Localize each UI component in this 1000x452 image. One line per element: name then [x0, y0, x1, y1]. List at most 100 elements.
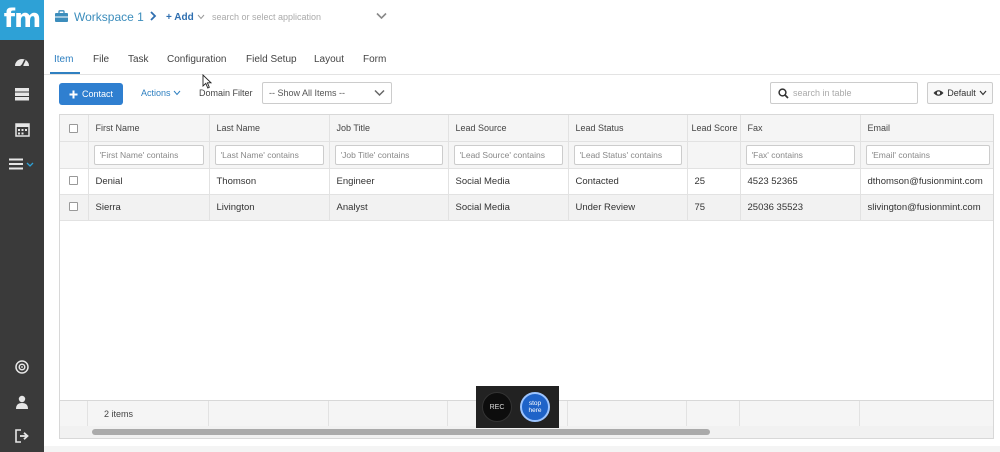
chevron-down-icon[interactable] — [376, 12, 387, 23]
cell-lead-source: Social Media — [448, 194, 569, 221]
table-search-input[interactable] — [793, 86, 913, 100]
search-icon — [778, 88, 789, 99]
logout-icon[interactable] — [0, 424, 44, 448]
filter-lead-source-input[interactable] — [453, 144, 563, 165]
row-checkbox[interactable] — [69, 202, 79, 212]
cell-lead-status: Under Review — [568, 194, 688, 221]
table-search-box[interactable] — [770, 82, 918, 104]
page-bottom-strip — [44, 446, 1000, 452]
filter-cell — [88, 141, 210, 169]
tab-configuration[interactable]: Configuration — [167, 54, 226, 65]
column-header-lead-status[interactable]: Lead Status — [568, 115, 688, 142]
workspace-name[interactable]: Workspace 1 — [74, 10, 144, 24]
tab-file[interactable]: File — [93, 54, 109, 65]
chevron-down-icon — [374, 89, 385, 97]
row-checkbox[interactable] — [69, 176, 79, 186]
filter-email-input[interactable] — [865, 144, 990, 165]
chevron-down-icon — [173, 90, 181, 96]
filter-cell — [568, 141, 688, 169]
add-contact-button[interactable]: Contact — [59, 83, 123, 105]
cell-fax: 25036 35523 — [740, 194, 861, 221]
column-header-job-title[interactable]: Job Title — [329, 115, 449, 142]
filter-lead-status-input[interactable] — [573, 144, 682, 165]
user-icon[interactable] — [0, 390, 44, 414]
cell-last-name: Livington — [209, 194, 330, 221]
cell-last-name: Thomson — [209, 168, 330, 195]
filter-cell — [740, 141, 861, 169]
plus-icon — [69, 90, 78, 98]
cell-first-name: Sierra — [88, 194, 210, 221]
footer-cell — [209, 401, 329, 427]
add-contact-label: Contact — [81, 89, 114, 99]
column-header-email[interactable]: Email — [860, 115, 993, 142]
calendar-icon[interactable] — [0, 117, 44, 141]
items-count: 2 items — [104, 409, 134, 419]
dashboard-icon[interactable] — [0, 49, 44, 73]
filter-last-name-input[interactable] — [214, 144, 324, 165]
filter-cell-empty — [60, 141, 89, 169]
add-button[interactable]: + Add — [166, 12, 205, 23]
tab-bar: Item File Task Configuration Field Setup… — [44, 40, 1000, 75]
cell-first-name: Denial — [88, 168, 210, 195]
tab-item[interactable]: Item — [54, 54, 73, 65]
view-label: Default — [947, 88, 976, 98]
top-bar: Workspace 1 + Add search or select appli… — [44, 0, 1000, 40]
tab-field-setup[interactable]: Field Setup — [246, 54, 297, 65]
cell-job-title: Engineer — [329, 168, 449, 195]
mouse-cursor-icon — [202, 73, 213, 92]
column-header-first-name[interactable]: First Name — [88, 115, 210, 142]
cell-email: dthomson@fusionmint.com — [860, 168, 993, 195]
column-header-fax[interactable]: Fax — [740, 115, 861, 142]
footer-cell — [568, 401, 687, 427]
filter-job-title-input[interactable] — [334, 144, 443, 165]
sidebar: fm — [0, 0, 44, 452]
app-logo[interactable]: fm — [0, 0, 44, 40]
app-search-input[interactable]: search or select application — [212, 12, 392, 22]
plus-icon: + — [166, 12, 172, 23]
row-checkbox-cell[interactable] — [60, 168, 89, 195]
row-checkbox-cell[interactable] — [60, 194, 89, 221]
table-row[interactable]: Sierra Livington Analyst Social Media Un… — [60, 194, 993, 221]
select-all-checkbox[interactable] — [69, 123, 79, 133]
column-header-lead-source[interactable]: Lead Source — [448, 115, 569, 142]
filter-first-name-input[interactable] — [93, 144, 204, 165]
tab-task[interactable]: Task — [128, 54, 149, 65]
cell-lead-score: 75 — [687, 194, 741, 221]
header-row: First Name Last Name Job Title Lead Sour… — [60, 115, 993, 142]
select-all-checkbox-cell[interactable] — [60, 115, 89, 142]
chevron-down-icon — [979, 90, 987, 96]
filter-cell — [860, 141, 993, 169]
tab-form[interactable]: Form — [363, 54, 386, 65]
actions-dropdown[interactable]: Actions — [141, 88, 181, 98]
table-row[interactable]: Denial Thomson Engineer Social Media Con… — [60, 168, 993, 195]
filter-row — [60, 141, 993, 169]
column-header-last-name[interactable]: Last Name — [209, 115, 330, 142]
footer-cell — [60, 401, 88, 427]
cell-fax: 4523 52365 — [740, 168, 861, 195]
footer-cell — [687, 401, 740, 427]
database-icon[interactable] — [0, 82, 44, 106]
tab-layout[interactable]: Layout — [314, 54, 344, 65]
filter-cell — [209, 141, 330, 169]
actions-label: Actions — [141, 88, 171, 98]
target-icon[interactable] — [0, 355, 44, 379]
filter-fax-input[interactable] — [745, 144, 855, 165]
column-header-lead-score[interactable]: Lead Score — [687, 115, 741, 142]
items-table: First Name Last Name Job Title Lead Sour… — [60, 115, 993, 221]
view-selector-button[interactable]: Default — [927, 82, 993, 104]
cell-job-title: Analyst — [329, 194, 449, 221]
scrollbar-thumb[interactable] — [92, 429, 710, 435]
footer-cell — [740, 401, 860, 427]
chevron-right-icon — [149, 11, 157, 24]
domain-filter-select[interactable]: -- Show All Items -- — [262, 82, 392, 104]
active-tab-indicator — [50, 72, 80, 74]
record-button[interactable]: REC — [482, 392, 512, 422]
cell-lead-score: 25 — [687, 168, 741, 195]
menu-icon[interactable] — [0, 152, 44, 176]
cell-lead-status: Contacted — [568, 168, 688, 195]
filter-cell — [329, 141, 449, 169]
cell-lead-source: Social Media — [448, 168, 569, 195]
briefcase-icon — [54, 10, 69, 26]
filter-cell — [448, 141, 569, 169]
stop-recording-button[interactable]: stop here — [520, 392, 550, 422]
